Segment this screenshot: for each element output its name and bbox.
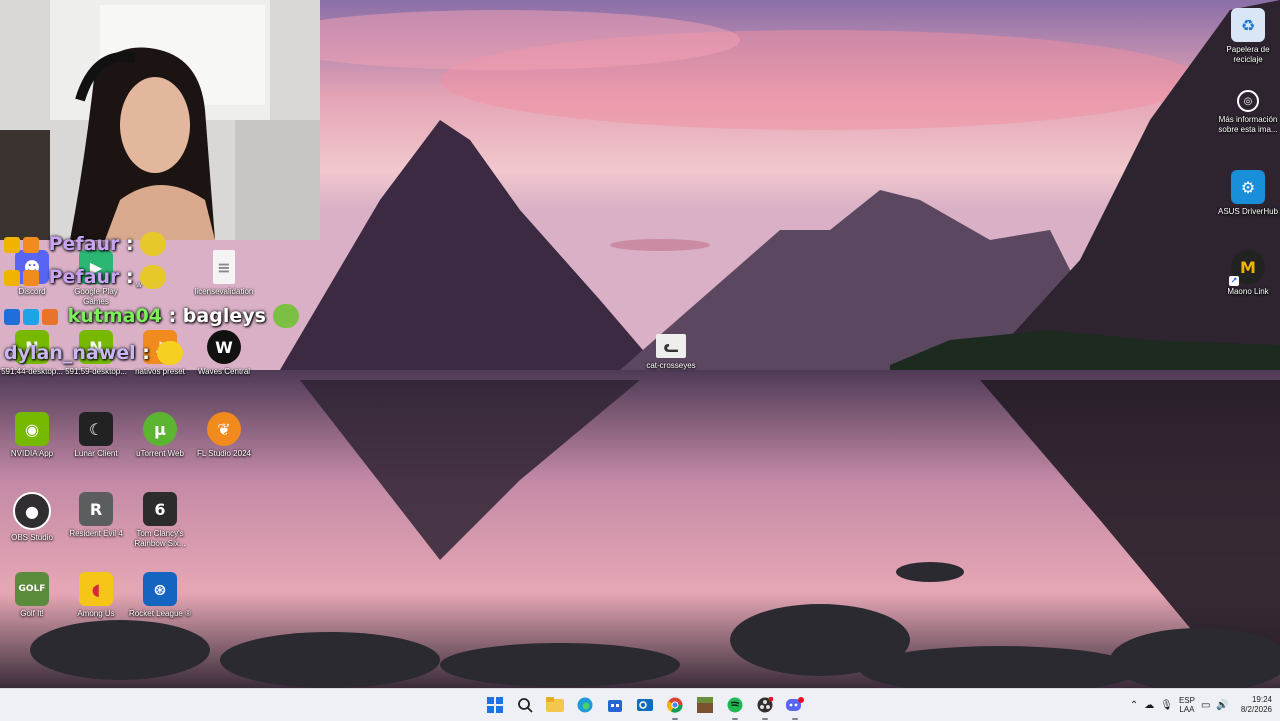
waves-icon: W bbox=[207, 330, 241, 364]
webcam-overlay bbox=[0, 0, 320, 240]
store-button[interactable] bbox=[603, 693, 627, 717]
chat-username: kutma04 bbox=[67, 305, 162, 327]
windows-icon bbox=[487, 697, 503, 713]
obs-icon: ● bbox=[13, 492, 51, 530]
recycle-bin-desktop-icon[interactable]: ♻ Papelera de reciclaje bbox=[1216, 4, 1280, 76]
chat-separator: : bbox=[142, 342, 150, 364]
among-us-icon: ◖ bbox=[79, 572, 113, 606]
monitor-icon[interactable]: ▭ bbox=[1201, 700, 1210, 711]
mas-info-desktop-icon[interactable]: ◎ Más información sobre esta ima... bbox=[1216, 86, 1280, 158]
chat-separator: : bbox=[168, 305, 177, 327]
lunar-icon: ☾ bbox=[79, 412, 113, 446]
asus-driverhub-desktop-icon[interactable]: ⚙ ASUS DriverHub bbox=[1216, 166, 1280, 238]
chat-username: Pefaur bbox=[48, 233, 120, 255]
nvidia-eye-icon: ◉ bbox=[15, 412, 49, 446]
golf-it-desktop-icon[interactable]: GOLF Golf It! bbox=[0, 568, 64, 640]
taskbar-apps bbox=[483, 693, 807, 720]
start-button[interactable] bbox=[483, 693, 507, 717]
among-us-desktop-icon[interactable]: ◖ Among Us bbox=[64, 568, 128, 640]
chevron-up-icon[interactable]: ⌃ bbox=[1130, 700, 1138, 711]
chat-message: Pefaur : bbox=[4, 265, 167, 289]
shortcut-arrow-icon: ↗ bbox=[1229, 276, 1239, 286]
chat-username: Pefaur bbox=[48, 266, 120, 288]
chat-separator: : bbox=[126, 233, 134, 255]
volume-icon[interactable]: 🔊 bbox=[1216, 700, 1228, 711]
r6-icon: 6 bbox=[143, 492, 177, 526]
re4-icon: R bbox=[79, 492, 113, 526]
badge-icon bbox=[42, 308, 58, 325]
clock[interactable]: 19:24 8/2/2026 bbox=[1241, 695, 1272, 715]
utorrent-icon: µ bbox=[143, 412, 177, 446]
chat-message: Pefaur : bbox=[4, 232, 167, 256]
nvidia-app-desktop-icon[interactable]: ◉ NVIDIA App bbox=[0, 408, 64, 480]
cat-image-icon: ᓚ bbox=[656, 334, 686, 358]
waves-central-desktop-icon[interactable]: W Waves Central bbox=[192, 326, 256, 398]
spotify-icon bbox=[727, 697, 743, 713]
fl-studio-icon: ❦ bbox=[207, 412, 241, 446]
outlook-icon bbox=[637, 699, 653, 711]
chat-message: kutma04 : bagleys bbox=[4, 304, 299, 328]
system-tray: ⌃ ☁ 🎙 ESP LAA ▭ 🔊 19:24 8/2/2026 bbox=[1130, 689, 1272, 721]
file-explorer-button[interactable] bbox=[543, 693, 567, 717]
resident-evil-4-desktop-icon[interactable]: R Resident Evil 4 bbox=[64, 488, 128, 560]
minion-emote-icon bbox=[140, 265, 167, 289]
discord-button[interactable] bbox=[783, 693, 807, 720]
obs-studio-desktop-icon[interactable]: ● OBS Studio bbox=[0, 488, 64, 560]
frog-emote-icon bbox=[272, 304, 299, 328]
obs-icon bbox=[757, 697, 773, 713]
maono-link-desktop-icon[interactable]: M ↗ Maono Link bbox=[1216, 246, 1280, 318]
spotify-button[interactable] bbox=[723, 693, 747, 720]
chat-text: bagleys bbox=[182, 305, 266, 327]
rocket-league-desktop-icon[interactable]: ⊛ Rocket League ® bbox=[128, 568, 192, 640]
microphone-icon[interactable]: 🎙 bbox=[1160, 700, 1173, 711]
minion-emote-icon bbox=[140, 232, 167, 256]
badge-icon bbox=[23, 236, 39, 253]
folder-icon bbox=[546, 697, 564, 712]
chrome-button[interactable] bbox=[663, 693, 687, 720]
search-button[interactable] bbox=[513, 693, 537, 717]
asus-gear-icon: ⚙ bbox=[1231, 170, 1265, 204]
badge-icon bbox=[4, 308, 20, 325]
minecraft-icon bbox=[697, 697, 713, 713]
outlook-button[interactable] bbox=[633, 693, 657, 717]
recycle-bin-icon: ♻ bbox=[1231, 8, 1265, 42]
lunar-client-desktop-icon[interactable]: ☾ Lunar Client bbox=[64, 408, 128, 480]
discord-icon bbox=[786, 697, 804, 711]
info-camera-icon: ◎ bbox=[1237, 90, 1259, 112]
rocket-league-icon: ⊛ bbox=[143, 572, 177, 606]
search-icon bbox=[518, 698, 533, 713]
store-icon bbox=[608, 700, 622, 712]
utorrent-web-desktop-icon[interactable]: µ uTorrent Web bbox=[128, 408, 192, 480]
edge-icon bbox=[577, 697, 593, 713]
text-file-icon: ≡ bbox=[213, 250, 235, 284]
badge-icon bbox=[4, 269, 20, 286]
emote-icon bbox=[156, 341, 183, 365]
taskbar: ⌃ ☁ 🎙 ESP LAA ▭ 🔊 19:24 8/2/2026 bbox=[0, 688, 1280, 721]
maono-icon: M ↗ bbox=[1229, 250, 1265, 286]
badge-icon bbox=[4, 236, 20, 253]
obs-button[interactable] bbox=[753, 693, 777, 720]
language-indicator[interactable]: ESP LAA bbox=[1179, 696, 1195, 714]
chrome-icon bbox=[667, 697, 683, 713]
chat-message: dylan_nawel : bbox=[4, 341, 183, 365]
badge-icon bbox=[23, 308, 39, 325]
rainbow-six-desktop-icon[interactable]: 6 Tom Clancy's Rainbow Six... bbox=[128, 488, 192, 560]
golf-it-icon: GOLF bbox=[15, 572, 49, 606]
fl-studio-desktop-icon[interactable]: ❦ FL Studio 2024 bbox=[192, 408, 256, 480]
chat-username: dylan_nawel bbox=[4, 342, 136, 364]
badge-icon bbox=[23, 269, 39, 286]
minecraft-button[interactable] bbox=[693, 693, 717, 717]
cloud-icon[interactable]: ☁ bbox=[1144, 700, 1154, 711]
chat-separator: : bbox=[126, 266, 134, 288]
cat-crosseyes-desktop-icon[interactable]: ᓚ cat-crosseyes bbox=[639, 330, 703, 402]
edge-button[interactable] bbox=[573, 693, 597, 717]
